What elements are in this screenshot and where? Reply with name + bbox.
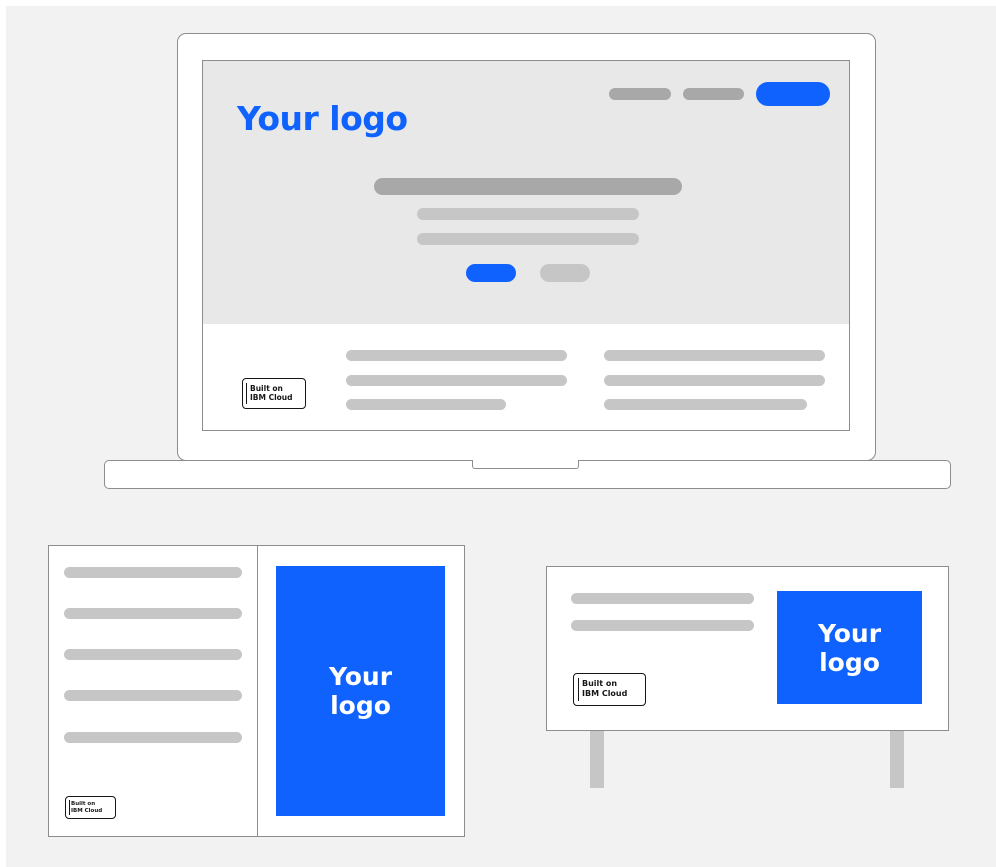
nav-cta-button-placeholder (756, 82, 830, 106)
content-line-placeholder (604, 350, 825, 361)
badge-line-1: Built on (582, 679, 618, 688)
content-line-placeholder (346, 350, 567, 361)
hero-primary-button-placeholder (466, 264, 516, 282)
brochure-logo-panel: Your logo (276, 566, 445, 816)
billboard-logo-text: Your logo (817, 618, 882, 677)
billboard-logo-panel: Your logo (777, 591, 922, 704)
built-on-ibm-cloud-badge: Built on IBM Cloud (573, 673, 646, 706)
hero-text-line-placeholder (417, 208, 639, 220)
brochure-line-placeholder (64, 649, 242, 660)
badge-rule (246, 383, 248, 404)
brochure-line-placeholder (64, 732, 242, 743)
hero-secondary-button-placeholder (540, 264, 590, 282)
brochure-fold-line (257, 545, 258, 837)
badge-line-2: IBM Cloud (71, 807, 103, 814)
brochure-line-placeholder (64, 567, 242, 578)
badge-line-1: Built on (250, 384, 283, 393)
badge-line-2: IBM Cloud (582, 689, 628, 698)
nav-link-placeholder (683, 88, 744, 100)
badge-rule (68, 800, 70, 815)
billboard-line-placeholder (571, 593, 754, 604)
built-on-ibm-cloud-badge: Built on IBM Cloud (65, 796, 116, 819)
laptop-logo-text: Your logo (237, 99, 408, 138)
brochure-line-placeholder (64, 690, 242, 701)
badge-line-2: IBM Cloud (250, 393, 293, 402)
badge-rule (577, 678, 579, 701)
content-line-placeholder (604, 375, 825, 386)
billboard-left-leg (590, 731, 604, 788)
content-line-placeholder (346, 399, 506, 410)
built-on-ibm-cloud-badge: Built on IBM Cloud (242, 378, 306, 409)
hero-heading-placeholder (374, 178, 682, 195)
content-line-placeholder (604, 399, 807, 410)
hero-text-line-placeholder (417, 233, 639, 245)
content-line-placeholder (346, 375, 567, 386)
nav-link-placeholder (609, 88, 671, 100)
brochure-line-placeholder (64, 608, 242, 619)
laptop-trackpad-notch (472, 460, 579, 469)
brochure-logo-text: Your logo (328, 662, 393, 720)
billboard-right-leg (890, 731, 904, 788)
billboard-line-placeholder (571, 620, 754, 631)
